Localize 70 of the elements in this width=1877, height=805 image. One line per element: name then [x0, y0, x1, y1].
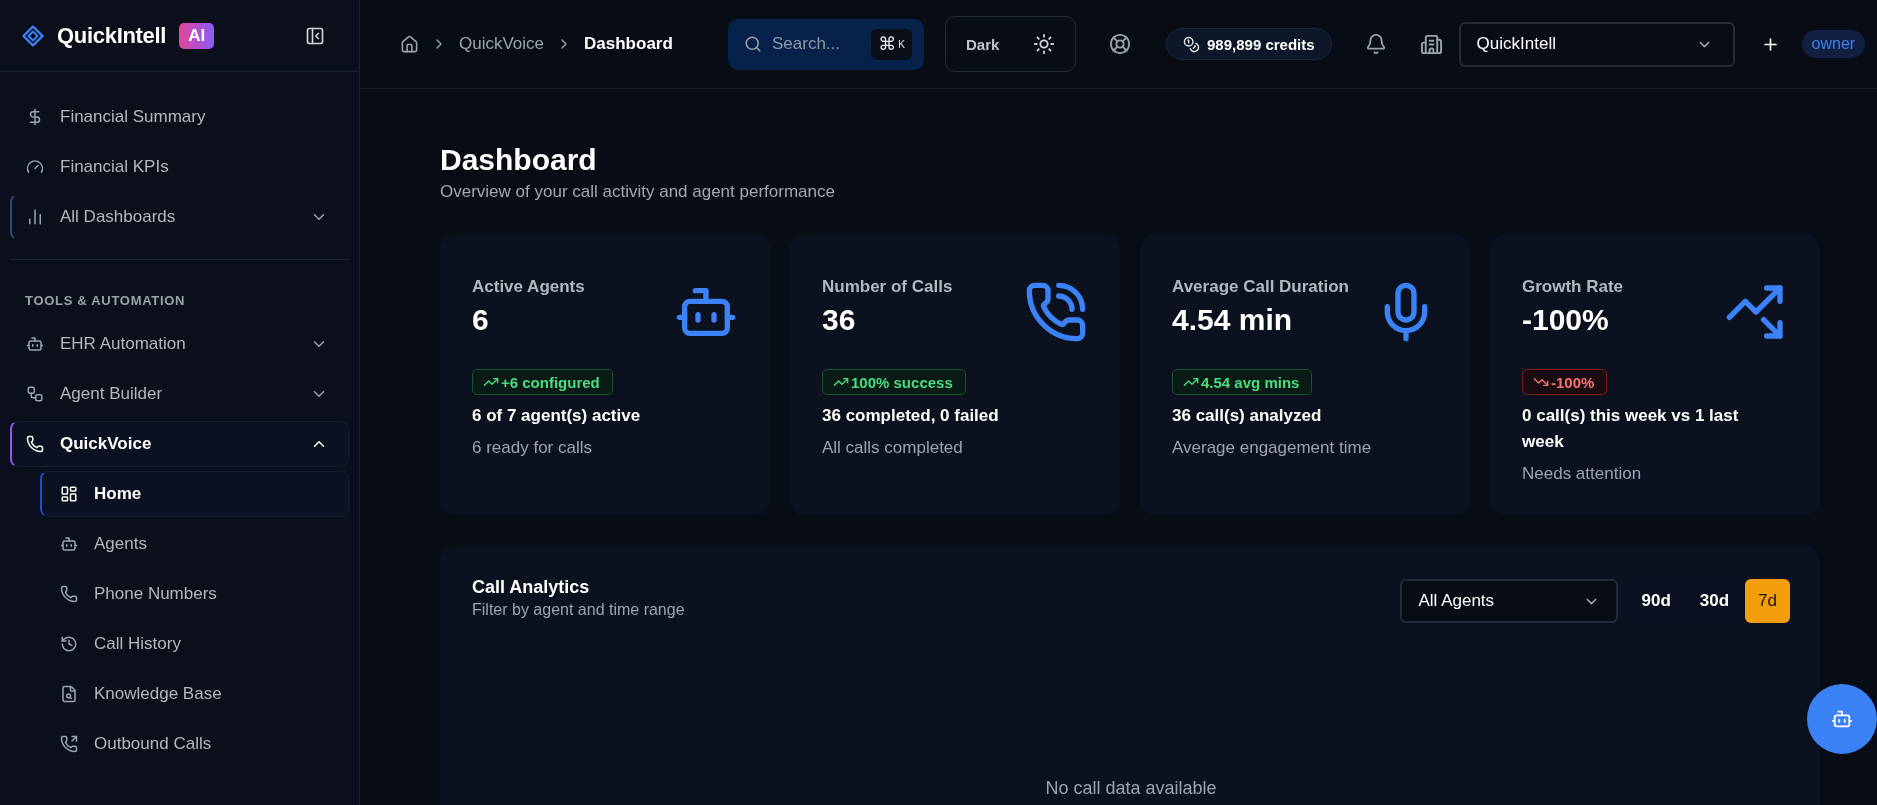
theme-toggle-button[interactable]: Dark: [945, 16, 1076, 72]
stat-note: Needs attention: [1522, 463, 1642, 485]
section-title: Call Analytics: [472, 576, 591, 598]
ai-badge: AI: [179, 22, 215, 49]
trend-text: -100%: [1551, 373, 1595, 391]
trend-text: 4.54 avg mins: [1201, 373, 1300, 391]
phone-outgoing-icon: [60, 735, 78, 753]
nav-item[interactable]: Phone Numbers: [40, 571, 349, 617]
robot-icon: [26, 335, 44, 353]
stat-detail: 6 of 7 agent(s) active: [472, 405, 641, 427]
nav-item[interactable]: Financial Summary: [10, 94, 349, 140]
stat-value: -100%: [1522, 302, 1610, 338]
nav-item[interactable]: EHR Automation: [10, 321, 349, 367]
gauge-icon: [26, 158, 44, 176]
agent-select[interactable]: All Agents: [1400, 579, 1619, 623]
range-button[interactable]: 7d: [1745, 579, 1790, 623]
brand-name: QuickIntell: [57, 22, 167, 49]
search-icon: [744, 34, 762, 53]
diamond-logo-icon: [22, 24, 44, 47]
stat-value: 36: [822, 302, 857, 338]
credits-button[interactable]: 989,899 credits: [1166, 28, 1332, 60]
stat-detail: 36 call(s) analyzed: [1172, 405, 1322, 427]
nav-item[interactable]: Agent Builder: [10, 371, 349, 417]
breadcrumb-current: Dashboard: [584, 34, 673, 54]
stat-value: 6: [472, 302, 490, 338]
trend-text: 100% success: [851, 373, 953, 391]
bell-icon[interactable]: [1364, 33, 1387, 55]
sun-icon: [1033, 33, 1055, 55]
stat-label: Growth Rate: [1522, 276, 1624, 298]
stat-note: All calls completed: [822, 437, 963, 459]
stat-note: 6 ready for calls: [472, 437, 592, 459]
stat-label: Number of Calls: [822, 276, 953, 298]
bar-chart-icon: [26, 208, 44, 226]
home-icon[interactable]: [400, 34, 419, 54]
section-heading: TOOLS & AUTOMATION: [24, 292, 187, 310]
stat-value: 4.54 min: [1172, 302, 1294, 338]
nav-item[interactable]: Home: [40, 471, 349, 517]
document-search-icon: [60, 685, 78, 703]
role-badge: owner: [1801, 30, 1866, 58]
phone-icon: [60, 585, 78, 603]
lifebuoy-icon[interactable]: [1109, 33, 1131, 55]
page-subtitle: Overview of your call activity and agent performance: [440, 181, 836, 203]
nav-item[interactable]: QuickVoice: [10, 421, 349, 467]
dashboard-grid-icon: [60, 485, 78, 503]
building-icon[interactable]: [1419, 32, 1443, 56]
phone-call-icon: [1024, 280, 1088, 344]
stat-label: Average Call Duration: [1172, 276, 1349, 298]
organization-select[interactable]: QuickIntell: [1458, 21, 1735, 67]
trend-text: +6 configured: [501, 373, 600, 391]
robot-icon: [60, 535, 78, 553]
empty-state-text: No call data available: [1045, 777, 1217, 799]
breadcrumb-link[interactable]: QuickVoice: [459, 34, 545, 54]
nav-item[interactable]: Financial KPIs: [10, 144, 349, 190]
page-title: Dashboard: [440, 142, 598, 178]
stat-label: Active Agents: [472, 276, 585, 298]
history-icon: [60, 635, 78, 653]
panel-collapse-icon[interactable]: [305, 25, 325, 46]
section-subtitle: Filter by agent and time range: [472, 600, 685, 620]
linked-squares-icon: [26, 385, 44, 403]
stat-detail: 36 completed, 0 failed: [822, 405, 999, 427]
phone-icon: [26, 435, 44, 453]
nav-item[interactable]: Agents: [40, 521, 349, 567]
robot-icon: [1831, 708, 1853, 730]
nav-item[interactable]: All Dashboards: [10, 194, 349, 240]
stat-note: Average engagement time: [1172, 437, 1372, 459]
stat-detail: 0 call(s) this week vs 1 last week: [1522, 405, 1740, 453]
coins-icon: [1183, 35, 1200, 53]
nav-item[interactable]: Knowledge Base: [40, 671, 349, 717]
nav-item[interactable]: Call History: [40, 621, 349, 667]
nav-item[interactable]: Outbound Calls: [40, 721, 349, 767]
